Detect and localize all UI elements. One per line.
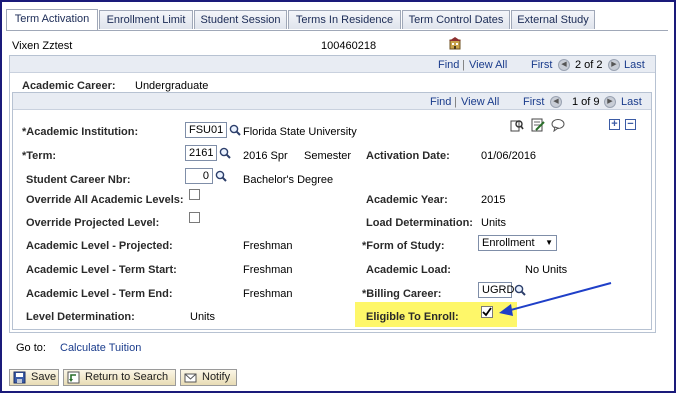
term-last-label[interactable]: Last [621,96,642,108]
billing-career-label: *Billing Career: [362,288,442,300]
eligible-to-enroll-label: Eligible To Enroll: [366,311,459,323]
career-nbr-label: Student Career Nbr: [26,174,131,186]
edit-document-icon[interactable] [531,118,545,132]
tab-term-control-dates[interactable]: Term Control Dates [402,10,510,29]
notify-button[interactable]: Notify [180,369,237,386]
career-nbr-lookup-icon[interactable] [215,170,227,182]
return-icon [67,371,80,384]
term-description: 2016 Spr [243,150,288,162]
level-term-start-value: Freshman [243,264,293,276]
chevron-down-icon: ▼ [545,238,553,247]
student-name: Vixen Zztest [12,40,73,52]
career-next-icon[interactable]: ▶ [608,59,620,71]
academic-load-label: Academic Load: [366,264,451,276]
tab-enrollment-limit[interactable]: Enrollment Limit [99,10,193,29]
tab-label: Enrollment Limit [106,14,186,26]
notify-button-label: Notify [202,371,231,383]
academic-career-value: Undergraduate [135,80,209,92]
tab-divider [6,30,668,31]
tab-student-session[interactable]: Student Session [194,10,287,29]
notify-icon [184,373,197,383]
tab-label: Term Activation [14,13,90,25]
load-determination-value: Units [481,217,507,229]
load-determination-label: Load Determination: [366,217,473,229]
add-row-icon[interactable]: + [609,119,620,130]
institution-description: Florida State University [243,126,357,138]
term-view-all-link[interactable]: View All [461,96,499,108]
tab-label: Term Control Dates [408,14,504,26]
form-of-study-value: Enrollment [482,237,535,249]
term-prev-icon[interactable]: ◀ [550,96,562,108]
separator: | [454,96,457,108]
academic-load-value: No Units [525,264,568,276]
save-button-label: Save [31,371,57,383]
activation-date-value: 01/06/2016 [481,150,537,162]
term-find-link[interactable]: Find [430,96,451,108]
override-levels-label: Override All Academic Levels: [26,194,184,206]
search-person-icon[interactable] [510,118,524,132]
level-determination-value: Units [190,311,216,323]
career-last-label[interactable]: Last [624,59,645,71]
academic-career-label: Academic Career: [22,80,116,92]
calculate-tuition-link[interactable]: Calculate Tuition [60,342,141,354]
student-id: 100460218 [321,40,377,52]
career-prev-icon[interactable]: ◀ [558,59,570,71]
return-button-label: Return to Search [85,371,169,383]
academic-year-label: Academic Year: [366,194,448,206]
level-term-end-value: Freshman [243,288,293,300]
form-of-study-select[interactable]: Enrollment ▼ [478,235,557,251]
level-term-end-label: Academic Level - Term End: [26,288,173,300]
override-levels-checkbox[interactable] [189,189,200,200]
term-first-label[interactable]: First [523,96,544,108]
career-nbr-input[interactable]: 0 [185,168,213,184]
checkmark-icon [482,307,492,317]
academic-year-value: 2015 [481,194,506,206]
annotation-arrow-icon [499,282,612,316]
term-lookup-icon[interactable] [219,147,231,159]
term-type: Semester [304,150,352,162]
delete-row-icon[interactable]: − [625,119,636,130]
career-row-count: 2 of 2 [575,59,603,71]
term-input[interactable]: 2161 [185,145,217,161]
goto-label: Go to: [16,342,46,354]
tab-terms-in-residence[interactable]: Terms In Residence [288,10,401,29]
level-projected-label: Academic Level - Projected: [26,240,173,252]
override-projected-label: Override Projected Level: [26,217,160,229]
career-view-all-link[interactable]: View All [469,59,507,71]
activation-date-label: Activation Date: [366,150,450,162]
institution-label: *Academic Institution: [22,126,139,138]
term-label: *Term: [22,150,57,162]
tab-external-study[interactable]: External Study [511,10,595,29]
comment-icon[interactable] [551,118,565,132]
form-of-study-label: *Form of Study: [362,240,445,252]
override-projected-checkbox[interactable] [189,212,200,223]
eligible-to-enroll-checkbox[interactable] [481,306,493,318]
return-to-search-button[interactable]: Return to Search [63,369,176,386]
level-term-start-label: Academic Level - Term Start: [26,264,177,276]
institution-input[interactable]: FSU01 [185,122,227,138]
tab-label: Terms In Residence [295,14,394,26]
building-icon[interactable] [448,36,462,50]
institution-lookup-icon[interactable] [229,124,241,136]
level-projected-value: Freshman [243,240,293,252]
tab-label: Student Session [200,14,281,26]
tab-label: External Study [517,14,589,26]
save-button[interactable]: Save [9,369,59,386]
term-next-icon[interactable]: ▶ [604,96,616,108]
term-row-count: 1 of 9 [572,96,600,108]
level-determination-label: Level Determination: [26,311,135,323]
tab-term-activation[interactable]: Term Activation [6,9,98,30]
career-first-label[interactable]: First [531,59,552,71]
save-icon [13,371,26,384]
career-find-link[interactable]: Find [438,59,459,71]
separator: | [462,59,465,71]
career-nbr-description: Bachelor's Degree [243,174,334,186]
